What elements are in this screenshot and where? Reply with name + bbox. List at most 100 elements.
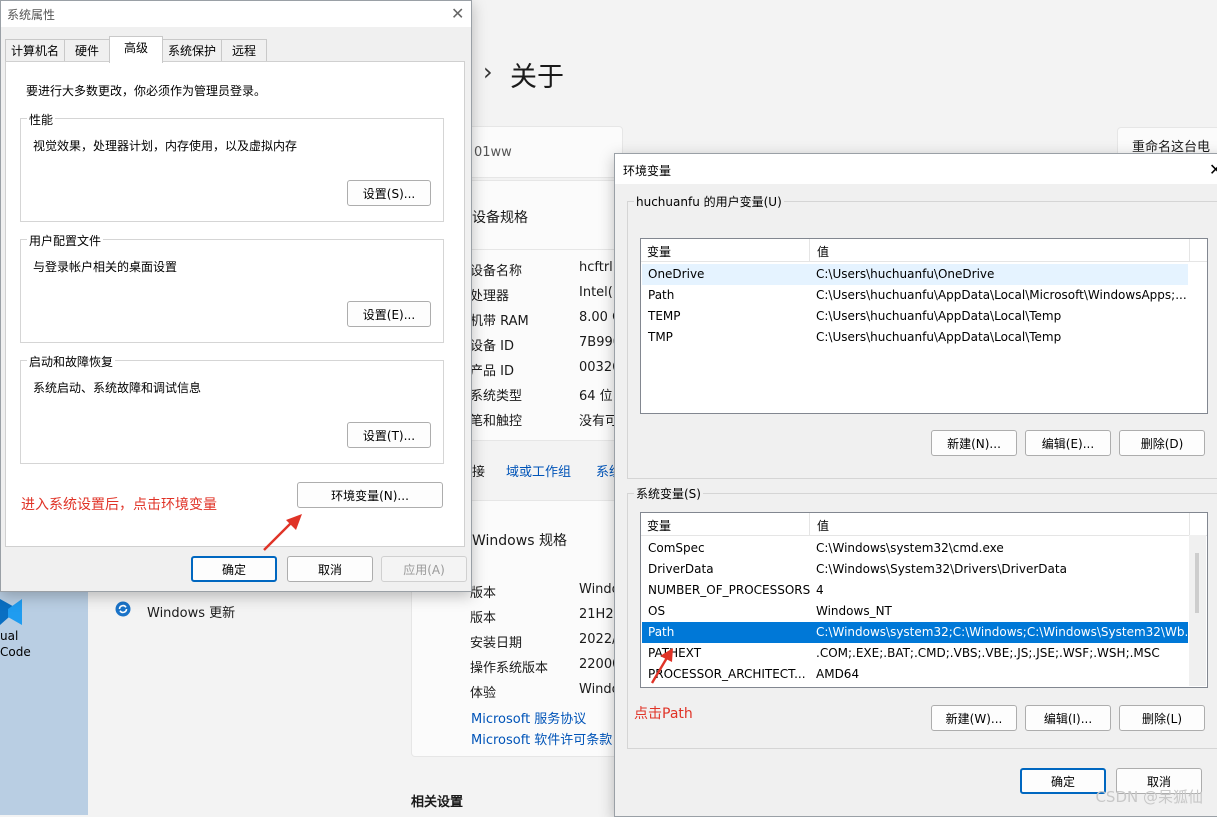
winspec-label-1: 版本 xyxy=(470,611,497,626)
user-variables-list[interactable]: 变量 值 OneDrive C:\Users\huchuanfu\OneDriv… xyxy=(640,238,1208,414)
winspec-label-4: 体验 xyxy=(470,686,497,701)
spec-label-4: 产品 ID xyxy=(470,364,514,379)
sysprops-ok-button[interactable]: 确定 xyxy=(191,556,277,582)
system-var-name: Path xyxy=(648,625,675,639)
annotation-path-note: 点击Path xyxy=(634,706,693,722)
admin-note: 要进行大多数更改，你必须作为管理员登录。 xyxy=(26,84,267,98)
winspec-value-2: 2022/ xyxy=(579,632,617,647)
system-var-value: C:\Windows\system32;C:\Windows;C:\Window… xyxy=(816,625,1188,639)
user-profiles-group-title: 用户配置文件 xyxy=(27,232,104,249)
system-new-button[interactable]: 新建(W)... xyxy=(931,705,1017,731)
column-separator xyxy=(1189,513,1190,535)
user-col-value[interactable]: 值 xyxy=(817,243,829,260)
tab-system-protection[interactable]: 系统保护 xyxy=(162,39,222,62)
performance-settings-button[interactable]: 设置(S)... xyxy=(347,180,431,206)
user-var-value: C:\Users\huchuanfu\AppData\Local\Microso… xyxy=(816,288,1187,302)
system-var-name: DriverData xyxy=(648,562,714,576)
tab-remote[interactable]: 远程 xyxy=(221,39,267,62)
annotation-arrow-path-icon xyxy=(648,646,678,686)
envvars-titlebar[interactable]: 环境变量 ✕ xyxy=(615,154,1217,184)
sysprops-apply-button[interactable]: 应用(A) xyxy=(381,556,467,582)
performance-group-title: 性能 xyxy=(27,111,56,128)
device-specs-heading: 设备规格 xyxy=(472,210,528,226)
service-agreement-link[interactable]: Microsoft 服务协议 xyxy=(471,708,586,727)
system-col-value[interactable]: 值 xyxy=(817,517,829,534)
user-col-variable[interactable]: 变量 xyxy=(647,243,671,260)
sysprops-titlebar[interactable]: 系统属性 ✕ xyxy=(1,1,471,27)
user-profiles-settings-button[interactable]: 设置(E)... xyxy=(347,301,431,327)
links-row-prefix: 接 xyxy=(472,465,486,480)
column-separator xyxy=(1189,239,1190,261)
system-var-row[interactable]: DriverData C:\Windows\System32\Drivers\D… xyxy=(642,559,1188,580)
user-var-value: C:\Users\huchuanfu\AppData\Local\Temp xyxy=(816,309,1062,323)
scrollbar-thumb[interactable] xyxy=(1195,553,1199,613)
license-terms-link[interactable]: Microsoft 软件许可条款 xyxy=(471,729,612,748)
user-profiles-group-desc: 与登录帐户相关的桌面设置 xyxy=(33,260,178,274)
system-col-variable[interactable]: 变量 xyxy=(647,517,671,534)
envvars-title: 环境变量 xyxy=(623,164,672,178)
user-var-name: Path xyxy=(648,288,675,302)
column-separator xyxy=(809,513,810,535)
windows-update-item[interactable]: Windows 更新 xyxy=(147,602,235,621)
breadcrumb-chevron: › xyxy=(483,58,493,86)
tab-computer-name[interactable]: 计算机名 xyxy=(5,39,65,62)
user-var-name: OneDrive xyxy=(648,267,705,281)
system-var-row[interactable]: OS Windows_NT xyxy=(642,601,1188,622)
user-var-name: TMP xyxy=(648,330,673,344)
system-var-value: .COM;.EXE;.BAT;.CMD;.VBS;.VBE;.JS;.JSE;.… xyxy=(816,646,1160,660)
system-delete-button[interactable]: 删除(L) xyxy=(1119,705,1205,731)
performance-group: 性能 视觉效果，处理器计划，内存使用，以及虚拟内存 设置(S)... xyxy=(20,111,444,222)
user-new-button[interactable]: 新建(N)... xyxy=(931,430,1017,456)
winspec-label-2: 安装日期 xyxy=(470,636,523,651)
spec-label-6: 笔和触控 xyxy=(470,414,523,429)
environment-variables-dialog: 环境变量 ✕ huchuanfu 的用户变量(U) 变量 值 OneDrive … xyxy=(614,153,1217,817)
performance-group-desc: 视觉效果，处理器计划，内存使用，以及虚拟内存 xyxy=(33,139,298,153)
user-edit-button[interactable]: 编辑(E)... xyxy=(1025,430,1111,456)
system-var-row[interactable]: ComSpec C:\Windows\system32\cmd.exe xyxy=(642,538,1188,559)
advanced-tab-panel: 要进行大多数更改，你必须作为管理员登录。 性能 视觉效果，处理器计划，内存使用，… xyxy=(5,61,465,547)
spec-label-1: 处理器 xyxy=(470,289,510,304)
system-var-row[interactable]: PATHEXT .COM;.EXE;.BAT;.CMD;.VBS;.VBE;.J… xyxy=(642,643,1188,664)
close-icon[interactable]: ✕ xyxy=(1209,160,1217,179)
column-separator xyxy=(809,239,810,261)
startup-recovery-group-title: 启动和故障恢复 xyxy=(27,353,116,370)
sysprops-cancel-button[interactable]: 取消 xyxy=(287,556,373,582)
desktop-icon-label-line2: Code xyxy=(0,645,31,659)
spec-label-3: 设备 ID xyxy=(470,339,514,354)
domain-workgroup-link[interactable]: 域或工作组 xyxy=(506,461,571,480)
system-var-value: Windows_NT xyxy=(816,604,892,618)
user-list-header: 变量 值 xyxy=(641,239,1207,262)
related-settings-heading: 相关设置 xyxy=(411,795,464,810)
system-list-header: 变量 值 xyxy=(641,513,1207,536)
user-delete-button[interactable]: 删除(D) xyxy=(1119,430,1205,456)
startup-recovery-group-desc: 系统启动、系统故障和调试信息 xyxy=(33,381,202,395)
user-var-row[interactable]: Path C:\Users\huchuanfu\AppData\Local\Mi… xyxy=(642,285,1188,306)
system-var-value: AMD64 xyxy=(816,667,860,681)
vscode-desktop-icon[interactable] xyxy=(0,595,22,631)
envvars-ok-button[interactable]: 确定 xyxy=(1020,768,1106,794)
annotation-env-note: 进入系统设置后，点击环境变量 xyxy=(21,497,217,513)
user-var-row[interactable]: TEMP C:\Users\huchuanfu\AppData\Local\Te… xyxy=(642,306,1188,327)
tab-hardware[interactable]: 硬件 xyxy=(64,39,110,62)
tab-advanced[interactable]: 高级 xyxy=(109,36,163,63)
system-list-scrollbar[interactable] xyxy=(1189,535,1206,686)
system-var-name: OS xyxy=(648,604,666,618)
system-var-row[interactable]: PROCESSOR_ARCHITECT... AMD64 xyxy=(642,664,1188,685)
user-profiles-group: 用户配置文件 与登录帐户相关的桌面设置 设置(E)... xyxy=(20,232,444,343)
user-var-row[interactable]: TMP C:\Users\huchuanfu\AppData\Local\Tem… xyxy=(642,327,1188,348)
system-var-name: ComSpec xyxy=(648,541,705,555)
system-variables-title: 系统变量(S) xyxy=(634,485,703,502)
system-var-row-selected[interactable]: Path C:\Windows\system32;C:\Windows;C:\W… xyxy=(642,622,1188,643)
system-var-row[interactable]: NUMBER_OF_PROCESSORS 4 xyxy=(642,580,1188,601)
winspec-label-3: 操作系统版本 xyxy=(470,661,549,676)
spec-value-5: 64 位 xyxy=(579,389,613,404)
winspec-value-1: 21H2 xyxy=(579,607,614,622)
close-icon[interactable]: ✕ xyxy=(451,4,464,23)
system-variables-list[interactable]: 变量 值 ComSpec C:\Windows\system32\cmd.exe… xyxy=(640,512,1208,688)
startup-recovery-settings-button[interactable]: 设置(T)... xyxy=(347,422,431,448)
environment-variables-button[interactable]: 环境变量(N)... xyxy=(297,482,443,508)
user-var-row[interactable]: OneDrive C:\Users\huchuanfu\OneDrive xyxy=(642,264,1188,285)
system-edit-button[interactable]: 编辑(I)... xyxy=(1025,705,1111,731)
desktop-icon-label: ual Code xyxy=(0,628,31,660)
system-var-value: C:\Windows\System32\Drivers\DriverData xyxy=(816,562,1067,576)
